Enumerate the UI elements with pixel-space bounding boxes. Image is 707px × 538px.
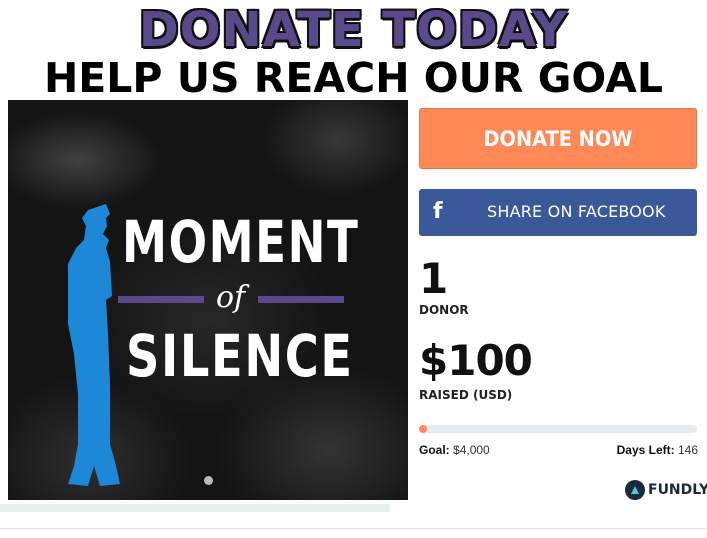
days-left-info: Days Left: 146 <box>617 443 698 457</box>
share-facebook-button[interactable]: f SHARE ON FACEBOOK <box>419 189 697 236</box>
progress-bar <box>419 425 697 433</box>
headline-reach-goal: HELP US REACH OUR GOAL <box>43 54 664 102</box>
fundly-logo-icon <box>625 480 645 500</box>
campaign-image[interactable]: MOMENT of SILENCE <box>8 100 408 500</box>
officer-silhouette-icon <box>68 204 120 486</box>
headline-donate-today: DONATE TODAY <box>138 2 569 58</box>
moment-text: MOMENT <box>122 208 360 276</box>
fundly-logo[interactable]: FUNDLY <box>625 480 707 500</box>
silence-text: SILENCE <box>126 322 354 390</box>
donate-now-label: DONATE NOW <box>483 126 633 151</box>
divider <box>0 528 707 529</box>
purple-bar-left <box>118 296 204 303</box>
raised-label: RAISED (USD) <box>419 388 513 402</box>
goal-label: Goal: <box>419 443 450 457</box>
of-text: of <box>216 280 246 315</box>
goal-info: Goal: $4,000 <box>419 443 490 457</box>
raised-amount: $100 <box>419 336 533 385</box>
donor-label: DONOR <box>419 303 469 317</box>
fundly-logo-text: FUNDLY <box>648 482 707 498</box>
donor-count: 1 <box>419 254 448 303</box>
donate-now-button[interactable]: DONATE NOW <box>419 108 697 169</box>
image-footer-strip <box>0 504 390 512</box>
purple-bar-right <box>258 296 344 303</box>
days-left-label: Days Left: <box>616 443 675 457</box>
share-facebook-label: SHARE ON FACEBOOK <box>487 202 666 221</box>
carousel-dot[interactable] <box>204 476 213 485</box>
progress-fill <box>419 425 428 433</box>
facebook-icon: f <box>433 199 443 224</box>
goal-value: $4,000 <box>453 443 490 457</box>
days-left-value: 146 <box>677 443 698 457</box>
